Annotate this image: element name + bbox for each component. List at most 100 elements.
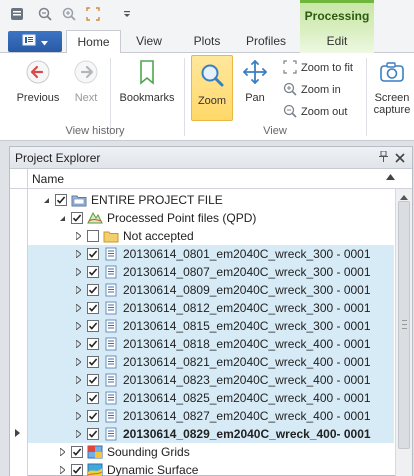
project-explorer-panel: Project Explorer Name ENTIRE PROJECT FIL… (9, 146, 413, 476)
expand-icon[interactable] (72, 266, 84, 278)
tree-row-label: 20130614_0821_em2040C_wreck_400 - 0001 (123, 355, 371, 369)
expand-icon[interactable] (56, 464, 68, 476)
expand-icon[interactable] (72, 374, 84, 386)
panel-title: Project Explorer (15, 151, 101, 165)
previous-button[interactable]: Previous (10, 59, 66, 111)
expand-icon[interactable] (72, 338, 84, 350)
expand-icon[interactable] (72, 356, 84, 368)
forward-arrow-icon (73, 59, 99, 88)
visibility-checkbox[interactable] (87, 356, 99, 368)
tree-row[interactable]: 20130614_0823_em2040C_wreck_400 - 0001 (28, 371, 394, 389)
visibility-checkbox[interactable] (87, 266, 99, 278)
next-button[interactable]: Next (68, 59, 104, 111)
tree-row[interactable]: 20130614_0818_em2040C_wreck_400 - 0001 (28, 335, 394, 353)
expand-icon[interactable] (72, 284, 84, 296)
app-menu-icon[interactable] (8, 5, 26, 23)
tree-row[interactable]: ENTIRE PROJECT FILE (28, 191, 394, 209)
tree-view: ENTIRE PROJECT FILE Processed Point files… (10, 189, 394, 476)
previous-label: Previous (16, 92, 60, 104)
visibility-checkbox[interactable] (87, 320, 99, 332)
tree-row[interactable]: 20130614_0825_em2040C_wreck_400 - 0001 (28, 389, 394, 407)
tree-row[interactable]: 20130614_0809_em2040C_wreck_300 - 0001 (28, 281, 394, 299)
group-label-view-history: View history (65, 125, 125, 137)
tab-edit[interactable]: Edit (300, 30, 374, 53)
pan-button[interactable]: Pan (237, 59, 273, 111)
tab-profiles[interactable]: Profiles (240, 30, 292, 53)
zoom-in-icon[interactable] (60, 5, 78, 23)
sort-ascending-icon[interactable] (386, 172, 395, 182)
zoom-out-icon (283, 104, 297, 121)
visibility-checkbox[interactable] (87, 428, 99, 440)
expand-icon[interactable] (72, 248, 84, 260)
zoom-button[interactable]: Zoom (191, 55, 233, 121)
zoom-out-button[interactable]: Zoom out (283, 103, 347, 121)
zoom-out-label: Zoom out (301, 106, 348, 118)
expand-icon[interactable] (72, 410, 84, 422)
zoom-out-icon[interactable] (36, 5, 54, 23)
visibility-checkbox[interactable] (87, 338, 99, 350)
expand-icon[interactable] (56, 446, 68, 458)
close-icon[interactable] (395, 149, 405, 166)
expand-icon[interactable] (72, 230, 84, 242)
visibility-checkbox[interactable] (71, 212, 83, 224)
back-arrow-icon (25, 59, 51, 88)
visibility-checkbox[interactable] (87, 248, 99, 260)
tree-row[interactable]: 20130614_0807_em2040C_wreck_300 - 0001 (28, 263, 394, 281)
tab-home[interactable]: Home (66, 30, 121, 54)
bookmarks-button[interactable]: Bookmarks (116, 59, 178, 111)
expand-icon[interactable] (72, 320, 84, 332)
visibility-checkbox[interactable] (87, 374, 99, 386)
tree-row[interactable]: 20130614_0812_em2040C_wreck_300 - 0001 (28, 299, 394, 317)
visibility-checkbox[interactable] (71, 446, 83, 458)
collapse-icon[interactable] (56, 212, 68, 224)
vertical-scrollbar[interactable] (395, 189, 412, 476)
document-icon (22, 34, 36, 49)
tree-row-label: 20130614_0801_em2040C_wreck_300 - 0001 (123, 247, 371, 261)
tab-plots[interactable]: Plots (182, 30, 232, 53)
visibility-checkbox[interactable] (87, 284, 99, 296)
qpd-file-icon (103, 373, 119, 387)
tree-row[interactable]: 20130614_0827_em2040C_wreck_400 - 0001 (28, 407, 394, 425)
visibility-checkbox[interactable] (87, 410, 99, 422)
magnifier-icon (199, 62, 225, 91)
visibility-checkbox[interactable] (87, 302, 99, 314)
fullscreen-icon[interactable] (84, 5, 102, 23)
zoom-in-button[interactable]: Zoom in (283, 81, 341, 99)
tree-row[interactable]: 20130614_0815_em2040C_wreck_300 - 0001 (28, 317, 394, 335)
tree-row-label: 20130614_0809_em2040C_wreck_300 - 0001 (123, 283, 371, 297)
qpd-file-icon (103, 355, 119, 369)
qpd-file-icon (103, 265, 119, 279)
grid-icon (87, 445, 103, 459)
scrollbar-thumb[interactable] (398, 201, 410, 449)
visibility-checkbox[interactable] (87, 230, 99, 242)
grip-icon (402, 320, 407, 329)
tree-row[interactable]: Sounding Grids (28, 443, 394, 461)
tree-row[interactable]: Not accepted (28, 227, 394, 245)
qpd-file-icon (103, 247, 119, 261)
file-menu-button[interactable] (8, 31, 62, 52)
tree-row[interactable]: 20130614_0829_em2040C_wreck_400- 0001 (28, 425, 394, 443)
column-header-name[interactable]: Name (32, 172, 64, 186)
tree-row-label: ENTIRE PROJECT FILE (91, 193, 223, 207)
expand-icon[interactable] (72, 428, 84, 440)
zoom-to-fit-button[interactable]: Zoom to fit (283, 59, 353, 77)
tree-row-label: 20130614_0807_em2040C_wreck_300 - 0001 (123, 265, 371, 279)
tree-row[interactable]: Processed Point files (QPD) (28, 209, 394, 227)
visibility-checkbox[interactable] (87, 392, 99, 404)
expand-icon[interactable] (72, 392, 84, 404)
visibility-checkbox[interactable] (55, 194, 67, 206)
folder-icon (103, 229, 119, 243)
tree-row[interactable]: 20130614_0821_em2040C_wreck_400 - 0001 (28, 353, 394, 371)
qpd-file-icon (103, 409, 119, 423)
pin-icon[interactable] (379, 150, 388, 165)
tree-row[interactable]: 20130614_0801_em2040C_wreck_300 - 0001 (28, 245, 394, 263)
tree-row[interactable]: Dynamic Surface (28, 461, 394, 476)
screen-capture-button[interactable]: Screen capture (370, 59, 414, 125)
visibility-checkbox[interactable] (71, 464, 83, 476)
qpd-file-icon (103, 427, 119, 441)
collapse-icon[interactable] (40, 194, 52, 206)
expand-icon[interactable] (72, 302, 84, 314)
tab-view[interactable]: View (124, 30, 174, 53)
zoom-in-icon (283, 82, 297, 99)
customize-icon[interactable] (118, 5, 136, 23)
